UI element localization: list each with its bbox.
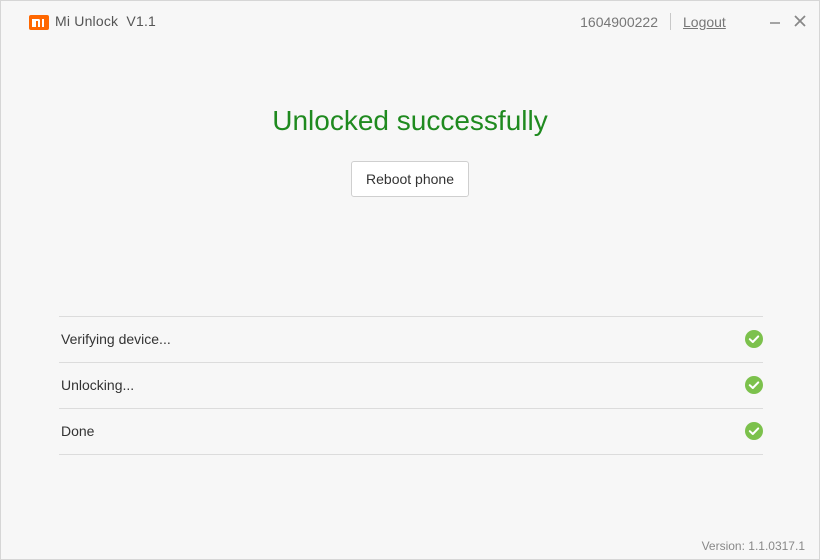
step-label: Verifying device... (61, 331, 171, 347)
mi-unlock-window: Mi Unlock V1.1 1604900222 Logout Unlocke… (0, 0, 820, 560)
check-circle-icon (745, 422, 763, 440)
step-label: Done (61, 423, 95, 439)
check-circle-icon (745, 376, 763, 394)
account-id: 1604900222 (580, 14, 658, 30)
header-divider (670, 13, 671, 30)
unlock-status-headline: Unlocked successfully (272, 105, 548, 136)
close-icon[interactable] (792, 13, 808, 29)
mi-logo-icon (29, 15, 49, 30)
step-label: Unlocking... (61, 377, 135, 393)
version-label: Version: 1.1.0317.1 (701, 539, 805, 553)
app-title: Mi Unlock V1.1 (55, 13, 157, 29)
title-bar: Mi Unlock V1.1 1604900222 Logout (1, 1, 819, 45)
list-item: Done (59, 409, 763, 455)
minimize-icon[interactable] (767, 13, 783, 29)
reboot-phone-button[interactable]: Reboot phone (351, 161, 469, 197)
progress-steps-list: Verifying device... Unlocking... Done (59, 316, 763, 455)
check-circle-icon (745, 330, 763, 348)
list-item: Verifying device... (59, 317, 763, 363)
logout-link[interactable]: Logout (683, 14, 726, 30)
list-item: Unlocking... (59, 363, 763, 409)
